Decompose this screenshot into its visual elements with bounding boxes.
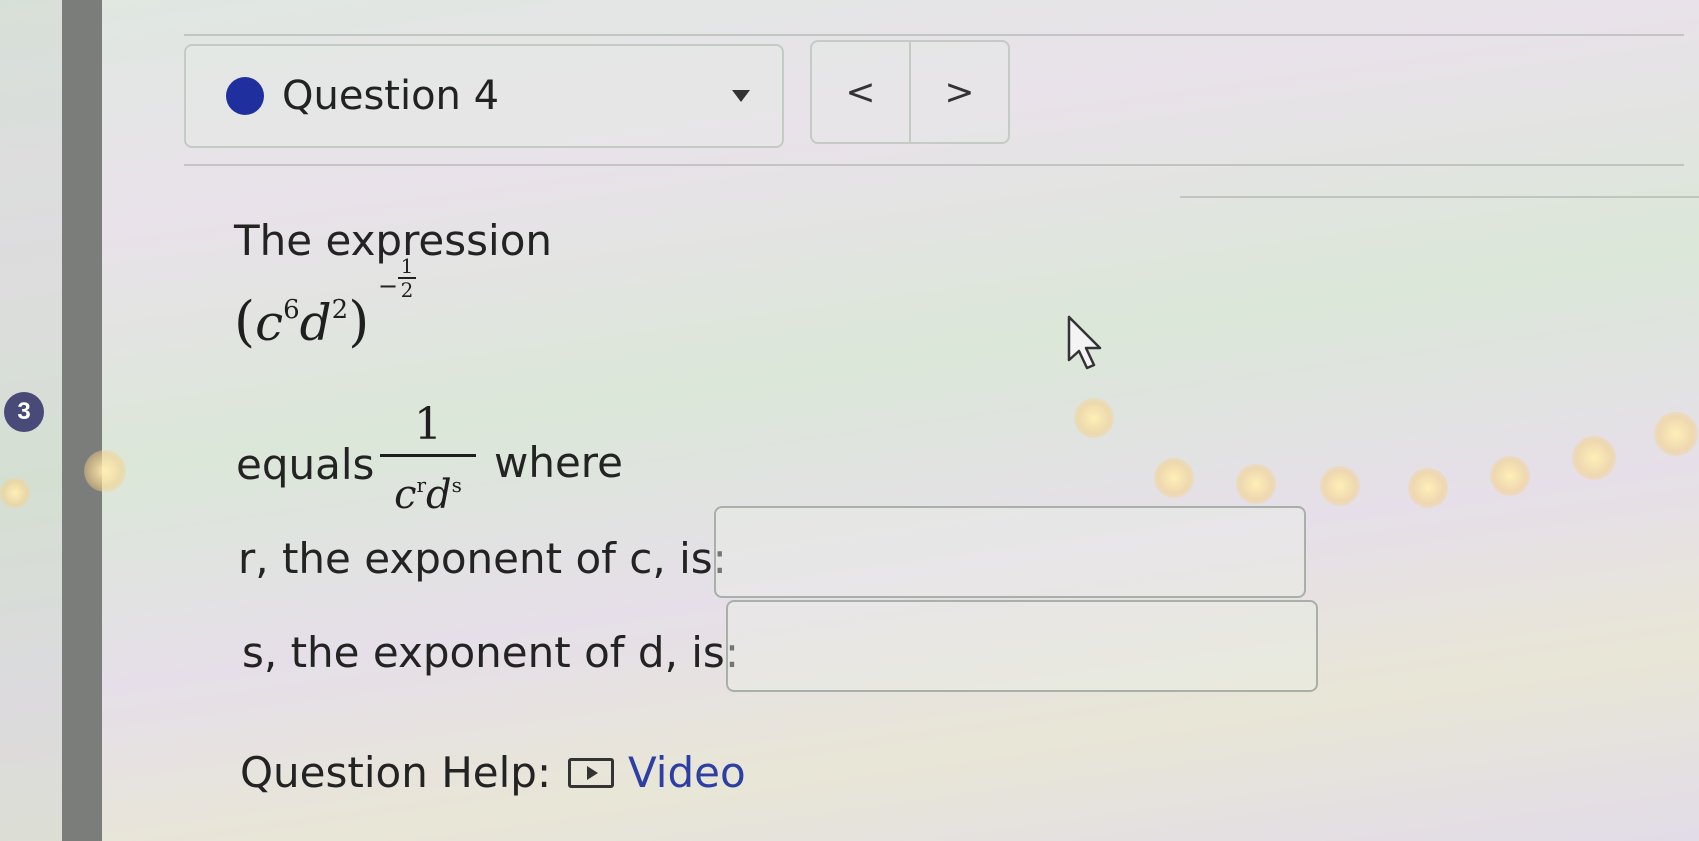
- next-question-button[interactable]: >: [909, 42, 1008, 142]
- target-fraction: 1 crds: [380, 400, 476, 519]
- where-word: where: [494, 438, 623, 487]
- screen-glare: [1320, 466, 1360, 506]
- exponent-s-input[interactable]: [726, 600, 1318, 692]
- screen-glare: [1074, 398, 1114, 438]
- previous-question-button[interactable]: <: [812, 42, 909, 142]
- expr-exp-d: 2: [331, 295, 349, 325]
- answer-label-s: s, the exponent of d, is:: [242, 628, 739, 677]
- video-help-link[interactable]: Video: [568, 748, 746, 797]
- question-selector[interactable]: Question 4: [184, 44, 784, 148]
- question-help-label: Question Help:: [240, 748, 552, 797]
- fraction-numerator: 1: [414, 399, 442, 450]
- given-expression: (c6d2): [234, 290, 370, 353]
- question-status-dot: [226, 77, 264, 115]
- expr-base-c: c: [255, 294, 284, 352]
- video-link-label: Video: [628, 748, 746, 797]
- expr-outer-exp-numerator: 1: [400, 254, 414, 278]
- answer-label-r: r, the exponent of c, is:: [238, 534, 727, 583]
- screen-glare: [84, 450, 126, 492]
- exponent-r-input[interactable]: [714, 506, 1306, 598]
- video-play-icon: [568, 757, 614, 788]
- expr-exp-c: 6: [283, 295, 300, 325]
- expr-outer-exponent: 1 2: [398, 256, 416, 300]
- screen-glare: [1654, 412, 1698, 456]
- left-sidebar-rail: [62, 0, 102, 841]
- screen-glare: [0, 478, 30, 508]
- question-title: Question 4: [282, 73, 500, 119]
- screen-glare: [1154, 458, 1194, 498]
- screen-glare: [1572, 436, 1616, 480]
- expr-base-d: d: [299, 294, 332, 352]
- screen-glare: [1236, 464, 1276, 504]
- dropdown-caret-icon: [732, 90, 750, 102]
- fraction-denominator: crds: [394, 472, 462, 518]
- mouse-pointer-icon: [1067, 315, 1102, 370]
- step-badge: 3: [4, 392, 44, 432]
- divider-faint: [1180, 196, 1699, 198]
- screen-glare: [1490, 456, 1530, 496]
- divider-under-header: [184, 164, 1684, 166]
- screen-glare: [1408, 468, 1448, 508]
- problem-intro: The expression: [234, 216, 553, 265]
- expr-outer-exp-denominator: 2: [400, 278, 414, 302]
- equals-word: equals: [236, 440, 375, 489]
- expr-outer-exp-sign: −: [378, 272, 399, 300]
- question-pager: < >: [810, 40, 1010, 144]
- divider-top: [184, 34, 1684, 36]
